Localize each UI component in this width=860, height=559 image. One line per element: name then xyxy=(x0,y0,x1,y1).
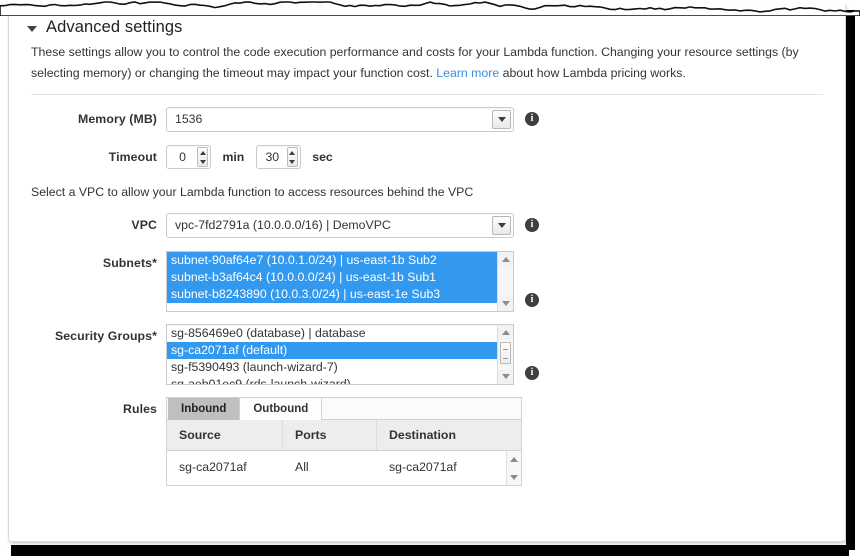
caret-down-icon[interactable] xyxy=(27,26,37,32)
cell-source: sg-ca2071af xyxy=(167,451,283,484)
memory-select[interactable]: 1536 xyxy=(166,107,514,132)
timeout-minutes-value: 0 xyxy=(167,146,198,168)
scroll-down-icon[interactable] xyxy=(498,369,513,384)
subnets-scrollbar[interactable] xyxy=(497,252,513,311)
scroll-up-icon[interactable] xyxy=(507,452,521,466)
security-group-option[interactable]: sg-aeb01ec9 (rds-launch-wizard) xyxy=(167,376,513,385)
info-icon[interactable]: i xyxy=(525,218,539,232)
subnet-option[interactable]: subnet-90af64e7 (10.0.1.0/24) | us-east-… xyxy=(167,252,513,269)
scroll-down-icon[interactable] xyxy=(507,470,521,484)
column-header-ports: Ports xyxy=(283,420,377,450)
chevron-down-icon[interactable] xyxy=(492,216,511,235)
screenshot-root: Advanced settings These settings allow y… xyxy=(0,0,860,559)
subnets-row: Subnets* subnet-90af64e7 (10.0.1.0/24) |… xyxy=(31,251,845,312)
tab-inbound[interactable]: Inbound xyxy=(168,398,240,420)
section-divider xyxy=(31,94,823,95)
timeout-control: 0 min 30 sec xyxy=(166,145,340,169)
subnets-label: Subnets* xyxy=(31,251,166,270)
scroll-up-icon[interactable] xyxy=(498,325,513,340)
security-groups-option-list: sg-856469e0 (database) | database sg-ca20… xyxy=(167,325,513,385)
timeout-label: Timeout xyxy=(31,145,166,164)
vpc-control: vpc-7fd2791a (10.0.0.0/16) | DemoVPC xyxy=(166,213,514,238)
rules-label: Rules xyxy=(31,397,166,416)
vpc-row: VPC vpc-7fd2791a (10.0.0.0/16) | DemoVPC… xyxy=(31,213,845,238)
security-groups-scrollbar[interactable] xyxy=(497,325,513,384)
scrollbar-thumb[interactable] xyxy=(500,342,511,364)
timeout-minutes-unit: min xyxy=(222,145,244,169)
memory-control: 1536 xyxy=(166,107,514,132)
security-groups-row: Security Groups* sg-856469e0 (database) … xyxy=(31,324,845,385)
subnet-option[interactable]: subnet-b8243890 (10.0.3.0/24) | us-east-… xyxy=(167,286,513,303)
security-group-option[interactable]: sg-ca2071af (default) xyxy=(167,342,513,359)
memory-label: Memory (MB) xyxy=(31,107,166,126)
panel-body: These settings allow you to control the … xyxy=(9,42,845,486)
learn-more-link[interactable]: Learn more xyxy=(436,66,499,80)
timeout-minutes-stepper[interactable]: 0 xyxy=(166,145,211,169)
timeout-row: Timeout 0 min 30 sec xyxy=(31,145,845,169)
rules-control: Inbound Outbound Source Ports Destination… xyxy=(166,397,522,486)
timeout-seconds-unit: sec xyxy=(312,145,333,169)
chevron-down-icon[interactable] xyxy=(492,110,511,129)
subnet-option[interactable]: subnet-b3af64c4 (10.0.0.0/24) | us-east-… xyxy=(167,269,513,286)
tab-outbound[interactable]: Outbound xyxy=(240,398,322,420)
spinner-arrows-icon[interactable] xyxy=(197,147,208,167)
rules-panel: Inbound Outbound Source Ports Destination… xyxy=(166,397,522,486)
security-group-option[interactable]: sg-f5390493 (launch-wizard-7) xyxy=(167,359,513,376)
info-icon[interactable]: i xyxy=(525,293,539,307)
memory-row: Memory (MB) 1536 i xyxy=(31,107,845,132)
subnets-control: subnet-90af64e7 (10.0.1.0/24) | us-east-… xyxy=(166,251,514,312)
subnets-option-list: subnet-90af64e7 (10.0.1.0/24) | us-east-… xyxy=(167,252,513,303)
cell-destination: sg-ca2071af xyxy=(377,451,521,484)
cell-ports: All xyxy=(283,451,377,484)
security-group-option[interactable]: sg-856469e0 (database) | database xyxy=(167,325,513,342)
info-icon[interactable]: i xyxy=(525,366,539,380)
table-row[interactable]: sg-ca2071af All sg-ca2071af xyxy=(167,451,521,484)
timeout-seconds-stepper[interactable]: 30 xyxy=(256,145,301,169)
security-groups-control: sg-856469e0 (database) | database sg-ca20… xyxy=(166,324,514,385)
rules-table-header: Source Ports Destination xyxy=(167,420,521,451)
memory-value: 1536 xyxy=(175,108,202,131)
scroll-down-icon[interactable] xyxy=(498,296,513,311)
vpc-select[interactable]: vpc-7fd2791a (10.0.0.0/16) | DemoVPC xyxy=(166,213,514,238)
description-text-part2: about how Lambda pricing works. xyxy=(499,66,686,80)
security-groups-label: Security Groups* xyxy=(31,324,166,343)
settings-description: These settings allow you to control the … xyxy=(31,42,831,84)
column-header-source: Source xyxy=(167,420,283,450)
advanced-settings-panel: Advanced settings These settings allow y… xyxy=(8,4,846,542)
rules-scrollbar[interactable] xyxy=(506,451,521,485)
vpc-note: Select a VPC to allow your Lambda functi… xyxy=(31,185,845,199)
spinner-arrows-icon[interactable] xyxy=(287,147,298,167)
page-title: Advanced settings xyxy=(46,18,183,37)
rules-row: Rules Inbound Outbound Source Ports Desti… xyxy=(31,397,845,486)
panel-drop-shadow-right xyxy=(846,10,855,550)
timeout-seconds-value: 30 xyxy=(257,146,288,168)
panel-header[interactable]: Advanced settings xyxy=(9,12,845,42)
subnets-listbox[interactable]: subnet-90af64e7 (10.0.1.0/24) | us-east-… xyxy=(166,251,514,312)
scroll-up-icon[interactable] xyxy=(498,252,513,267)
column-header-destination: Destination xyxy=(377,420,521,450)
vpc-label: VPC xyxy=(31,213,166,232)
vpc-value: vpc-7fd2791a (10.0.0.0/16) | DemoVPC xyxy=(175,214,391,237)
security-groups-listbox[interactable]: sg-856469e0 (database) | database sg-ca20… xyxy=(166,324,514,385)
rules-tab-bar: Inbound Outbound xyxy=(167,398,521,420)
panel-drop-shadow-bottom xyxy=(11,545,849,556)
rules-table-body: sg-ca2071af All sg-ca2071af xyxy=(167,451,521,485)
info-icon[interactable]: i xyxy=(525,112,539,126)
